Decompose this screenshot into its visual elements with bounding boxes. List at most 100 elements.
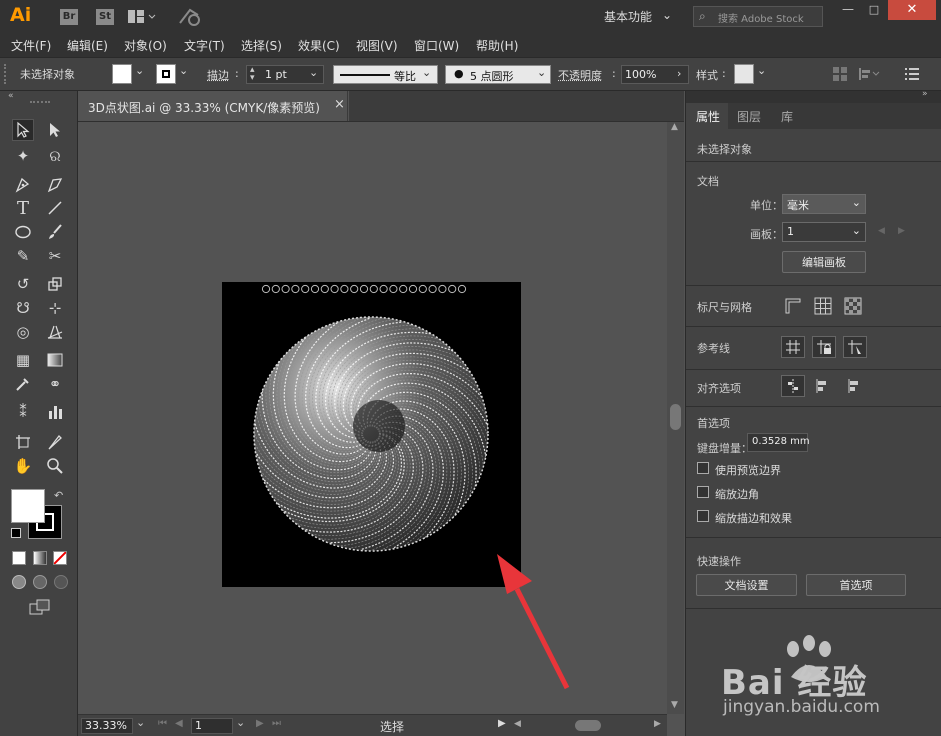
scroll-up-icon[interactable]: ▲ bbox=[671, 122, 678, 132]
align-to-key-object-icon[interactable] bbox=[814, 378, 832, 394]
document-tab[interactable]: 3D点状图.ai @ 33.33% (CMYK/像素预览) × bbox=[78, 91, 348, 121]
arrange-documents-icon[interactable] bbox=[128, 9, 156, 25]
stroke-weight-field[interactable]: ▴ ▾ 1 pt ⌄ bbox=[246, 65, 324, 84]
paintbrush-tool-icon[interactable] bbox=[44, 221, 66, 243]
menu-help[interactable]: 帮助(H) bbox=[476, 37, 518, 54]
gpu-performance-icon[interactable] bbox=[178, 7, 202, 27]
close-window-button[interactable]: ✕ bbox=[888, 0, 936, 20]
graphic-style-swatch[interactable] bbox=[734, 64, 754, 84]
scroll-thumb[interactable] bbox=[670, 404, 681, 430]
slice-tool-icon[interactable] bbox=[44, 431, 66, 453]
vertical-scrollbar[interactable]: ▲ ▼ bbox=[667, 122, 684, 714]
smart-guides-icon[interactable] bbox=[843, 336, 867, 358]
none-mode-icon[interactable] bbox=[53, 551, 67, 565]
draw-normal-icon[interactable] bbox=[12, 575, 26, 589]
minimize-button[interactable]: — bbox=[836, 2, 860, 20]
curvature-tool-icon[interactable] bbox=[44, 173, 66, 195]
menu-window[interactable]: 窗口(W) bbox=[414, 37, 459, 54]
gradient-tool-icon[interactable] bbox=[44, 349, 66, 371]
ellipse-tool-icon[interactable] bbox=[12, 221, 34, 243]
selection-tool-icon[interactable] bbox=[12, 119, 34, 141]
scroll-left-icon[interactable]: ◀ bbox=[514, 719, 521, 729]
menu-effect[interactable]: 效果(C) bbox=[298, 37, 340, 54]
collapse-toolbar-icon[interactable]: « bbox=[8, 91, 14, 101]
prev-artboard-icon[interactable]: ◀ bbox=[175, 718, 183, 729]
stepper-icon[interactable]: ▴ ▾ bbox=[250, 66, 255, 83]
align-grid-icon[interactable] bbox=[832, 66, 848, 82]
eyedropper-tool-icon[interactable] bbox=[12, 373, 34, 395]
brush-definition[interactable]: ● 5 点圆形 ⌄ bbox=[445, 65, 551, 84]
lock-guides-icon[interactable] bbox=[812, 336, 836, 358]
last-artboard-icon[interactable]: ⏭ bbox=[272, 718, 281, 729]
chevron-down-icon[interactable]: ⌄ bbox=[537, 66, 546, 79]
units-dropdown[interactable]: 毫米 ⌄ bbox=[782, 194, 866, 214]
chevron-down-icon[interactable]: ⌄ bbox=[179, 64, 188, 77]
direct-selection-tool-icon[interactable] bbox=[44, 119, 66, 141]
maximize-button[interactable]: □ bbox=[862, 2, 886, 20]
scissors-tool-icon[interactable]: ✂ bbox=[44, 245, 66, 267]
menu-edit[interactable]: 编辑(E) bbox=[67, 37, 108, 54]
hand-tool-icon[interactable]: ✋ bbox=[12, 455, 34, 477]
lasso-tool-icon[interactable]: ର bbox=[44, 145, 66, 167]
prev-artboard-arrow-icon[interactable]: ◀ bbox=[878, 226, 885, 236]
draw-behind-icon[interactable] bbox=[33, 575, 47, 589]
align-to-selection-icon[interactable] bbox=[781, 375, 805, 397]
pen-tool-icon[interactable] bbox=[12, 173, 34, 195]
status-menu-icon[interactable]: ▶ bbox=[498, 718, 506, 729]
horizontal-scroll-thumb[interactable] bbox=[575, 720, 601, 731]
scale-corners-checkbox[interactable] bbox=[697, 486, 709, 498]
type-tool-icon[interactable]: T bbox=[12, 197, 34, 219]
tab-layers[interactable]: 图层 bbox=[737, 108, 761, 125]
stock-button[interactable]: St bbox=[96, 9, 114, 25]
scroll-right-icon[interactable]: ▶ bbox=[654, 719, 661, 729]
menu-type[interactable]: 文字(T) bbox=[184, 37, 225, 54]
ruler-icon[interactable] bbox=[784, 297, 802, 315]
grip-handle[interactable] bbox=[4, 64, 8, 84]
next-artboard-arrow-icon[interactable]: ▶ bbox=[898, 226, 905, 236]
default-fill-stroke-icon[interactable] bbox=[11, 528, 21, 538]
chevron-down-icon[interactable]: ⌄ bbox=[135, 64, 149, 84]
opacity-field[interactable]: 100% › bbox=[621, 65, 689, 84]
zoom-field[interactable]: 33.33% bbox=[81, 718, 133, 734]
opacity-label[interactable]: 不透明度 bbox=[558, 67, 602, 83]
grid-icon[interactable] bbox=[814, 297, 832, 315]
symbol-sprayer-tool-icon[interactable]: ⁑ bbox=[12, 401, 34, 423]
line-segment-tool-icon[interactable] bbox=[44, 197, 66, 219]
transparency-grid-icon[interactable] bbox=[844, 297, 862, 315]
chevron-down-icon[interactable]: ⌄ bbox=[236, 716, 245, 729]
chevron-down-icon[interactable]: ⌄ bbox=[136, 716, 145, 729]
tab-libraries[interactable]: 库 bbox=[781, 108, 793, 125]
first-artboard-icon[interactable]: ⏮ bbox=[158, 718, 167, 729]
document-setup-button[interactable]: 文档设置 bbox=[696, 574, 797, 596]
menu-view[interactable]: 视图(V) bbox=[356, 37, 398, 54]
menu-object[interactable]: 对象(O) bbox=[124, 37, 167, 54]
next-artboard-icon[interactable]: ▶ bbox=[256, 718, 264, 729]
fill-swatch[interactable] bbox=[112, 64, 132, 84]
scale-strokes-effects-checkbox[interactable] bbox=[697, 510, 709, 522]
chevron-down-icon[interactable]: ⌄ bbox=[757, 64, 766, 77]
tab-properties[interactable]: 属性 bbox=[686, 103, 728, 129]
scroll-down-icon[interactable]: ▼ bbox=[671, 700, 678, 710]
close-tab-icon[interactable]: × bbox=[334, 97, 345, 112]
screen-mode-icon[interactable] bbox=[29, 599, 51, 615]
magic-wand-tool-icon[interactable]: ✦ bbox=[12, 145, 34, 167]
edit-artboards-button[interactable]: 编辑画板 bbox=[782, 251, 866, 273]
bridge-button[interactable]: Br bbox=[60, 9, 78, 25]
artboard-dropdown[interactable]: 1 ⌄ bbox=[782, 222, 866, 242]
align-options-icon[interactable] bbox=[858, 66, 880, 82]
use-preview-bounds-checkbox[interactable] bbox=[697, 462, 709, 474]
collapse-panel-icon[interactable]: » bbox=[922, 89, 928, 99]
align-to-artboard-icon[interactable] bbox=[846, 378, 864, 394]
menu-select[interactable]: 选择(S) bbox=[241, 37, 282, 54]
chevron-down-icon[interactable]: ⌄ bbox=[309, 66, 318, 79]
gradient-mode-icon[interactable] bbox=[33, 551, 47, 565]
workspace-switcher[interactable]: 基本功能 ⌄ bbox=[604, 8, 676, 26]
show-guides-icon[interactable] bbox=[781, 336, 805, 358]
toolbar-grip[interactable] bbox=[30, 101, 50, 105]
keyboard-increment-field[interactable]: 0.3528 mm bbox=[747, 433, 810, 452]
preferences-button[interactable]: 首选项 bbox=[806, 574, 906, 596]
variable-width-profile[interactable]: 等比 ⌄ bbox=[333, 65, 438, 84]
artboard-number-field[interactable]: 1 bbox=[191, 718, 233, 734]
panel-menu-icon[interactable] bbox=[905, 67, 921, 81]
warp-tool-icon[interactable]: ☋ bbox=[12, 297, 34, 319]
